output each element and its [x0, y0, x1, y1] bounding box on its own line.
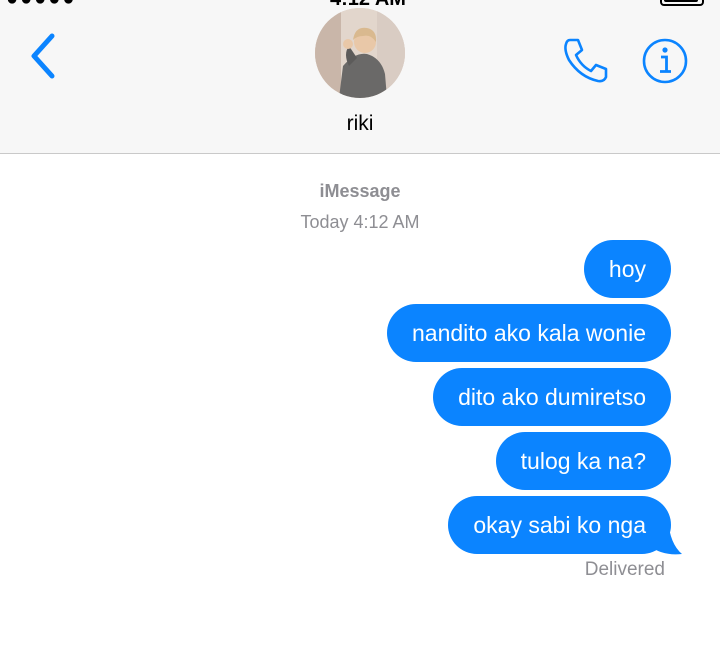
info-icon	[642, 38, 688, 84]
message-bubble[interactable]: nandito ako kala wonie	[387, 304, 671, 362]
phone-icon	[564, 38, 608, 83]
contact-name[interactable]: riki	[0, 112, 720, 136]
call-button[interactable]	[560, 34, 612, 86]
message-bubble[interactable]: dito ako dumiretso	[433, 368, 671, 426]
message-bubble[interactable]: tulog ka na?	[495, 432, 671, 490]
back-button[interactable]	[24, 30, 64, 82]
message-timestamp: Today 4:12 AM	[300, 212, 420, 232]
info-button[interactable]	[640, 36, 690, 86]
service-label: iMessage	[319, 181, 401, 201]
message-bubble[interactable]: okay sabi ko nga	[448, 496, 671, 554]
chevron-left-icon	[31, 33, 55, 79]
conversation-header: ●●●●● 4:12 AM riki	[0, 0, 720, 154]
status-time: 4:12 AM	[330, 0, 406, 8]
avatar[interactable]	[315, 8, 405, 98]
delivery-status: Delivered	[584, 559, 665, 580]
status-bar: ●●●●● 4:12 AM	[0, 0, 720, 8]
signal-indicator: ●●●●●	[6, 0, 76, 8]
message-bubble[interactable]: hoy	[583, 240, 671, 298]
battery-icon	[660, 0, 704, 6]
